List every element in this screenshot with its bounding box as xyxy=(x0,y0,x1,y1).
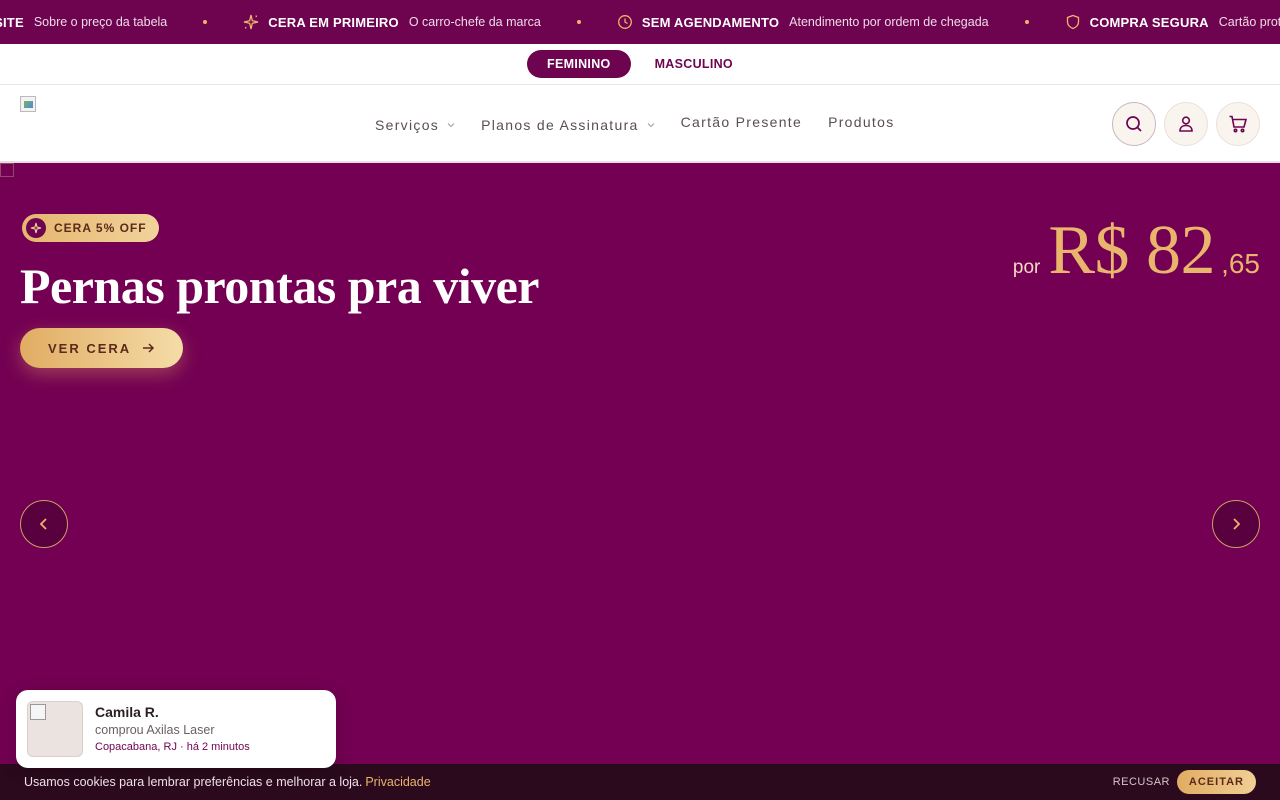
carousel-next-button[interactable] xyxy=(1212,500,1260,548)
ticker-title: COMPRA SEGURA xyxy=(1089,14,1209,30)
cart-button[interactable] xyxy=(1216,102,1260,146)
product-thumbnail xyxy=(27,701,83,757)
ticker-separator xyxy=(203,20,208,24)
ver-cera-button[interactable]: VER CERA xyxy=(20,328,184,368)
account-button[interactable] xyxy=(1164,102,1208,146)
ticker-item-compra: COMPRA SEGURA Cartão protegido xyxy=(1065,14,1280,30)
cta-label: VER CERA xyxy=(48,340,132,356)
gender-female-button[interactable]: FEMININO xyxy=(527,50,631,78)
purchase-description: comprou Axilas Laser xyxy=(95,723,215,737)
nav-actions xyxy=(1112,102,1260,146)
cookie-accept-button[interactable]: ACEITAR xyxy=(1176,770,1256,794)
ticker-subtitle: Cartão protegido xyxy=(1218,15,1280,29)
ticker-title: SEM AGENDAMENTO xyxy=(641,14,780,30)
sparkle-icon xyxy=(26,218,46,238)
sparkle-icon xyxy=(243,14,259,30)
nav-item-label: Planos de Assinatura xyxy=(481,116,639,133)
nav-menu: Serviços Planos de Assinatura Cartão Pre… xyxy=(375,85,895,161)
search-button[interactable] xyxy=(1112,102,1156,146)
ticker-subtitle: Sobre o preço da tabela xyxy=(33,15,168,29)
badge-label: CERA 5% OFF xyxy=(54,221,147,235)
nav-item-planos[interactable]: Planos de Assinatura xyxy=(481,117,655,133)
ticker-title: CERA EM PRIMEIRO xyxy=(268,14,399,30)
ticker-separator xyxy=(576,20,581,24)
gender-male-button[interactable]: MASCULINO xyxy=(635,50,753,78)
discount-badge: CERA 5% OFF xyxy=(22,214,159,242)
carousel-prev-button[interactable] xyxy=(20,500,68,548)
nav-item-label: Produtos xyxy=(828,114,895,130)
buyer-name: Camila R. xyxy=(95,704,159,720)
ticker-subtitle: Atendimento por ordem de chegada xyxy=(789,15,989,29)
nav-item-label: Cartão Presente xyxy=(680,114,803,130)
promo-ticker: O SITE Sobre o preço da tabela CERA EM P… xyxy=(0,0,1280,44)
main-nav: Serviços Planos de Assinatura Cartão Pre… xyxy=(0,85,1280,163)
ticker-track: O SITE Sobre o preço da tabela CERA EM P… xyxy=(0,0,1280,44)
nav-item-cartao-presente[interactable]: Cartão Presente xyxy=(681,114,802,130)
user-icon xyxy=(1179,116,1193,132)
ticker-item-agendamento: SEM AGENDAMENTO Atendimento por ordem de… xyxy=(617,14,989,30)
chevron-down-icon xyxy=(647,122,654,127)
nav-item-produtos[interactable]: Produtos xyxy=(828,114,894,130)
ticker-item-cera: CERA EM PRIMEIRO O carro-chefe da marca xyxy=(243,14,541,30)
nav-item-servicos[interactable]: Serviços xyxy=(375,117,455,133)
cookie-message: Usamos cookies para lembrar preferências… xyxy=(24,775,363,789)
chevron-right-icon xyxy=(1233,518,1241,530)
privacy-link[interactable]: Privacidade xyxy=(365,775,430,789)
hero-image xyxy=(0,163,14,177)
ticker-item-site: O SITE Sobre o preço da tabela xyxy=(0,15,167,30)
nav-item-label: Serviços xyxy=(375,116,440,133)
ticker-separator xyxy=(1024,20,1029,24)
purchase-notification[interactable]: Camila R. comprou Axilas Laser Copacaban… xyxy=(16,690,336,768)
price-cents: ,65 xyxy=(1221,248,1260,279)
price-main: R$ 82 xyxy=(1048,212,1216,289)
shield-icon xyxy=(1065,14,1081,30)
search-icon xyxy=(1126,116,1142,132)
ticker-title: O SITE xyxy=(0,14,24,30)
cart-icon xyxy=(1229,115,1248,133)
logo[interactable] xyxy=(20,96,36,112)
clock-icon xyxy=(617,14,633,30)
price-prefix: por xyxy=(1012,257,1041,278)
arrow-right-icon xyxy=(143,343,155,353)
cookie-refuse-button[interactable]: RECUSAR xyxy=(1113,776,1170,788)
purchase-meta: Copacabana, RJ · há 2 minutos xyxy=(95,741,250,753)
gender-toggle: FEMININO MASCULINO xyxy=(0,44,1280,85)
chevron-left-icon xyxy=(39,518,47,530)
cookie-text: Usamos cookies para lembrar preferências… xyxy=(24,775,431,789)
hero-price: por R$ 82 ,65 xyxy=(1013,211,1260,291)
ticker-subtitle: O carro-chefe da marca xyxy=(408,15,541,29)
chevron-down-icon xyxy=(447,122,455,127)
hero-title: Pernas prontas pra viver xyxy=(20,258,539,314)
cookie-banner: Usamos cookies para lembrar preferências… xyxy=(0,764,1280,800)
